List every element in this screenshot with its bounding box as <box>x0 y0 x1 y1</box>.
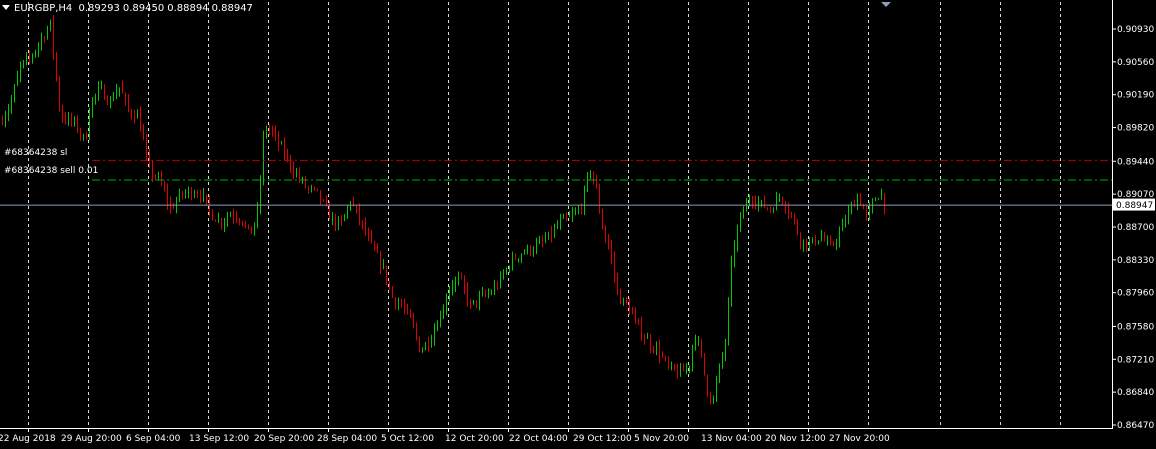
symbol-header: EURGBP,H4 0.89293 0.89450 0.88894 0.88947 <box>2 3 256 14</box>
time-axis-label: 29 Aug 20:00 <box>61 434 122 444</box>
chart-shift-marker-icon <box>881 2 891 7</box>
price-axis-label: 0.87580 <box>1117 322 1154 332</box>
order-lines-layer <box>0 159 1112 206</box>
price-axis-label: 0.89440 <box>1117 157 1154 167</box>
price-axis-label: 0.90560 <box>1117 58 1154 68</box>
time-axis-label: 20 Nov 12:00 <box>765 434 826 444</box>
price-axis-label: 0.87960 <box>1117 289 1154 299</box>
time-axis-label: 13 Nov 04:00 <box>701 434 762 444</box>
chart-window[interactable]: 0.90930 0.90560 0.90190 0.89820 0.89440 0.890… <box>0 0 1156 449</box>
ohlc-low: 0.88894 <box>167 3 209 14</box>
price-axis-label: 0.86470 <box>1117 421 1154 431</box>
time-axis-label: 27 Nov 20:00 <box>829 434 890 444</box>
axes-layer: 0.909300.905600.901900.898200.894400.890… <box>0 0 1155 444</box>
ohlc-high: 0.89450 <box>122 3 165 14</box>
time-axis-label: 12 Oct 20:00 <box>445 434 504 444</box>
price-axis-label: 0.90930 <box>1117 25 1154 35</box>
grid-layer <box>28 2 1061 428</box>
price-axis-label: 0.87210 <box>1117 355 1154 365</box>
stop-loss-label[interactable]: #68364238 sl <box>4 148 67 158</box>
time-axis-label: 5 Nov 20:00 <box>634 434 689 444</box>
time-axis-label: 20 Sep 20:00 <box>254 434 314 444</box>
ohlc-open: 0.89293 <box>78 3 120 14</box>
sell-order-label[interactable]: #68364238 sell 0.01 <box>4 166 98 176</box>
time-axis-label: 22 Oct 04:00 <box>509 434 568 444</box>
symbol-timeframe: EURGBP,H4 <box>14 3 73 14</box>
price-chart[interactable]: 0.909300.905600.901900.898200.894400.890… <box>0 0 1156 449</box>
price-axis-label: 0.90190 <box>1117 91 1154 101</box>
price-axis-label: 0.88700 <box>1117 223 1154 233</box>
time-axis-label: 29 Oct 12:00 <box>573 434 632 444</box>
time-axis-label: 6 Sep 04:00 <box>126 434 181 444</box>
ohlc-close: 0.88947 <box>211 3 253 14</box>
time-axis-label: 28 Sep 04:00 <box>317 434 377 444</box>
time-axis-label: 5 Oct 12:00 <box>381 434 434 444</box>
candles-layer <box>2 14 885 405</box>
price-axis-label: 0.86840 <box>1117 388 1154 398</box>
collapse-triangle-icon[interactable] <box>2 5 10 10</box>
time-axis-label: 22 Aug 2018 <box>0 434 56 444</box>
price-axis-label: 0.88330 <box>1117 256 1154 266</box>
current-price-label: 0.88947 <box>1116 201 1153 211</box>
price-axis-label: 0.89820 <box>1117 124 1154 134</box>
time-axis-label: 13 Sep 12:00 <box>189 434 249 444</box>
